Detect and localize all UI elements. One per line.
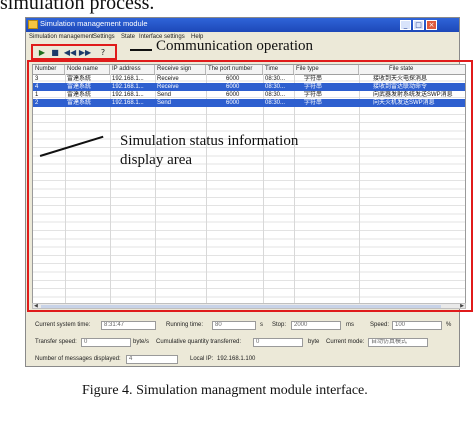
transfer-speed-field: 0 [81, 338, 131, 347]
local-ip-label: Local IP: [190, 356, 214, 362]
messages-field: 4 [126, 355, 178, 364]
current-mode-field: 自动仿真模式 [368, 338, 428, 347]
help-icon[interactable]: ? [96, 48, 110, 58]
stop-label: Stop: [272, 322, 287, 328]
menu-simulation-management[interactable]: Simulation management [29, 34, 94, 40]
close-icon[interactable]: × [426, 20, 437, 30]
title-bar: Simulation management module _ □ × [26, 18, 459, 32]
status-annotation: Simulation status information display ar… [120, 132, 298, 170]
toolbar: ▶ ■ ◀◀ ▶▶ ? [31, 44, 117, 60]
stop-icon[interactable]: ■ [48, 48, 62, 58]
running-time-label: Running time: [166, 322, 204, 328]
speed-field[interactable]: 100 [392, 321, 442, 330]
transfer-speed-unit: byte/s [133, 339, 150, 345]
running-time-field: 80 [212, 321, 256, 330]
cumulative-unit: byte [308, 339, 320, 345]
maximize-icon[interactable]: □ [413, 20, 424, 30]
cumulative-field: 0 [253, 338, 303, 347]
rewind-icon[interactable]: ◀◀ [63, 48, 77, 58]
fast-forward-icon[interactable]: ▶▶ [78, 48, 92, 58]
figure-caption-text: Simulation managment module interface. [136, 383, 368, 398]
figure-number: Figure 4. [82, 383, 133, 398]
speed-unit: % [446, 322, 452, 328]
cutoff-text: simulation process. [0, 0, 155, 14]
status-annotation-line2: display area [120, 152, 193, 168]
current-time-label: Current system time: [35, 322, 91, 328]
transfer-speed-label: Transfer speed: [35, 339, 77, 345]
status-annotation-line1: Simulation status information [120, 133, 299, 149]
cumulative-label: Cumulative quantity transferred: [156, 339, 242, 345]
messages-label: Number of messages displayed: [35, 356, 121, 362]
stop-unit: ms [346, 322, 354, 328]
speed-label: Speed: [370, 322, 390, 328]
window-title: Simulation management module [40, 19, 148, 28]
figure-caption: Figure 4. Simulation managment module in… [82, 383, 368, 399]
play-icon[interactable]: ▶ [35, 48, 49, 58]
current-mode-label: Current mode: [326, 339, 365, 345]
running-time-unit: s [260, 322, 263, 328]
current-time-field: 8:31:47 [101, 321, 156, 330]
communication-annotation: Communication operation [156, 38, 314, 54]
status-area-highlight [27, 60, 473, 312]
communication-pointer-line [130, 49, 152, 51]
menu-state[interactable]: State [121, 34, 135, 40]
menu-settings[interactable]: Settings [93, 34, 115, 40]
minimize-icon[interactable]: _ [400, 20, 411, 30]
local-ip-value: 192.168.1.100 [217, 356, 256, 362]
app-icon [28, 20, 38, 29]
stop-field[interactable]: 2000 [291, 321, 341, 330]
